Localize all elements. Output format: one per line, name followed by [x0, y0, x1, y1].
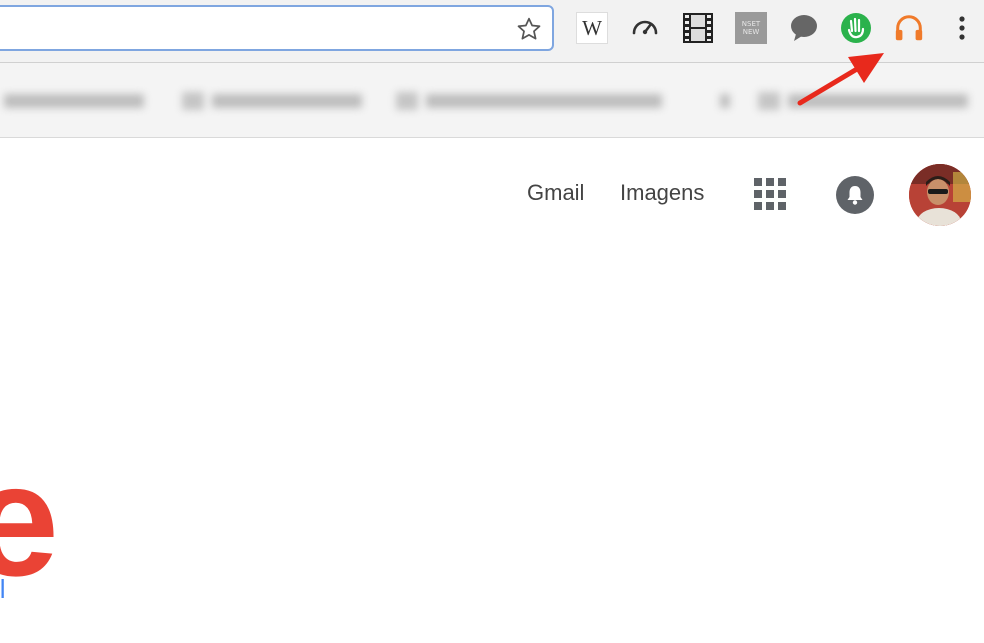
account-avatar[interactable]: [909, 164, 971, 226]
google-top-nav: Gmail Imagens: [0, 164, 984, 226]
notifications-button[interactable]: [836, 176, 874, 214]
badge-line-2: NEW: [742, 28, 760, 36]
google-logo-letter: e: [0, 430, 59, 609]
folder-icon: [758, 92, 780, 110]
bookmark-item[interactable]: [4, 90, 144, 112]
new-badge-icon[interactable]: NSET NEW: [735, 12, 767, 44]
bookmark-item[interactable]: [396, 90, 662, 112]
badge-line-1: NSET: [741, 20, 761, 28]
wikipedia-glyph: W: [582, 15, 602, 40]
more-menu-icon[interactable]: [948, 11, 976, 45]
gmail-link[interactable]: Gmail: [527, 180, 584, 206]
speed-test-icon[interactable]: [629, 11, 661, 45]
bookmark-label-blurred: [426, 94, 662, 108]
folder-icon: [182, 92, 204, 110]
chat-bubble-icon[interactable]: [788, 11, 820, 45]
green-hand-extension-icon[interactable]: [840, 11, 872, 45]
film-strip-icon[interactable]: [682, 11, 714, 45]
bookmark-overflow-chevron[interactable]: [720, 90, 730, 112]
bookmark-item[interactable]: [182, 90, 362, 112]
folder-icon: [396, 92, 418, 110]
browser-toolbar: W NSET NEW: [0, 0, 984, 63]
bookmark-label-blurred: [212, 94, 362, 108]
google-apps-grid-icon[interactable]: [754, 178, 786, 210]
bell-icon: [847, 186, 863, 205]
bookmark-label-blurred: [4, 94, 144, 108]
images-link[interactable]: Imagens: [620, 180, 704, 206]
bookmark-label-blurred: [788, 94, 968, 108]
address-bar[interactable]: [0, 5, 554, 51]
wikipedia-extension-icon[interactable]: W: [576, 12, 608, 44]
bookmark-star-icon[interactable]: [516, 16, 542, 42]
headphones-extension-icon[interactable]: [893, 11, 925, 45]
logo-subtext[interactable]: il: [0, 574, 6, 605]
bookmarks-bar: [0, 63, 984, 138]
bookmark-item[interactable]: [758, 90, 968, 112]
chevron-right-icon: [720, 94, 730, 108]
